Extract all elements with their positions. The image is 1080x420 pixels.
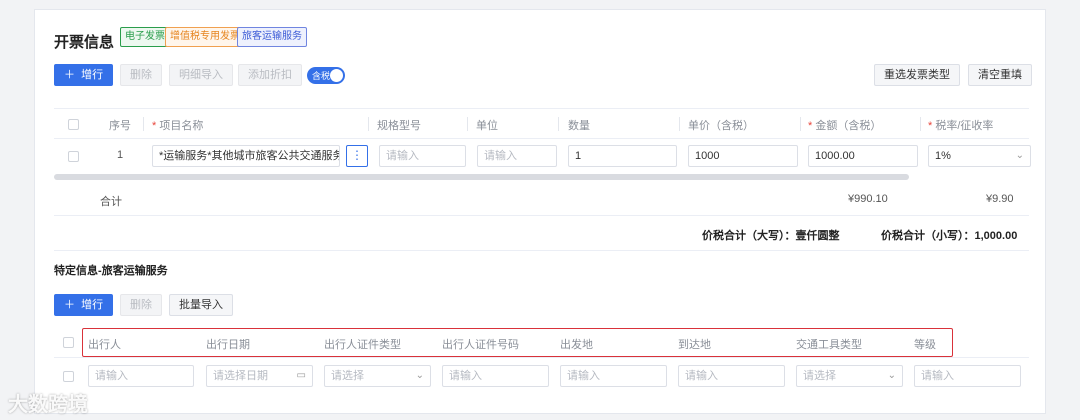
col-amount: * 金额（含税） — [808, 120, 882, 132]
col-vehicle-type: 交通工具类型 — [796, 339, 862, 351]
col-price: 单价（含税） — [688, 120, 754, 132]
delete-button[interactable]: 删除 — [120, 64, 162, 86]
plus-icon: ＋ — [64, 69, 75, 81]
column-separator — [920, 117, 921, 131]
col-id-type: 出行人证件类型 — [324, 339, 401, 351]
quantity-input[interactable]: 1 — [568, 145, 677, 167]
col-arrival: 到达地 — [678, 339, 711, 351]
column-separator — [558, 117, 559, 131]
tax-included-toggle[interactable]: 含税 — [307, 67, 345, 84]
plus-icon: ＋ — [64, 299, 75, 311]
more-options-icon[interactable]: ⋮ — [346, 145, 368, 167]
invoice-section-title: 开票信息 — [54, 34, 115, 51]
toggle-knob — [330, 69, 343, 82]
row-index: 1 — [117, 149, 124, 161]
special-select-all-checkbox[interactable] — [63, 337, 74, 348]
traveler-input[interactable]: 请输入 — [88, 365, 194, 387]
select-all-checkbox[interactable] — [68, 119, 79, 130]
unit-price-input[interactable]: 1000 — [688, 145, 798, 167]
col-index: 序号 — [109, 120, 131, 132]
column-separator — [467, 117, 468, 131]
item-name-input[interactable]: *运输服务*其他城市旅客公共交通服务 — [152, 145, 340, 167]
departure-input[interactable]: 请输入 — [560, 365, 667, 387]
column-separator — [679, 117, 680, 131]
col-spec: 规格型号 — [377, 120, 421, 132]
add-row-button[interactable]: ＋ 增行 — [54, 64, 114, 86]
batch-import-button[interactable]: 批量导入 — [169, 294, 233, 316]
total-label: 合计 — [100, 196, 122, 208]
col-travel-date: 出行日期 — [206, 339, 250, 351]
divider — [54, 250, 1029, 251]
special-delete-button[interactable]: 删除 — [120, 294, 162, 316]
col-tax-rate: * 税率/征收率 — [928, 120, 994, 132]
spec-input[interactable]: 请输入 — [379, 145, 466, 167]
invoice-card: 开票信息 电子发票 增值税专用发票 旅客运输服务 ＋ 增行 删除 明细导入 添加… — [34, 9, 1046, 414]
clear-refill-button[interactable]: 清空重填 — [968, 64, 1032, 86]
column-separator — [143, 117, 144, 131]
arrival-input[interactable]: 请输入 — [678, 365, 785, 387]
vehicle-type-select[interactable]: 请选择 ⌄ — [796, 365, 903, 387]
id-type-select[interactable]: 请选择 ⌄ — [324, 365, 431, 387]
horizontal-scrollbar[interactable] — [54, 174, 909, 180]
column-separator — [368, 117, 369, 131]
column-separator — [800, 117, 801, 131]
calendar-icon: ▭ — [296, 370, 306, 381]
special-row-checkbox[interactable] — [63, 371, 74, 382]
chevron-down-icon: ⌄ — [415, 370, 424, 381]
special-add-row-button[interactable]: ＋ 增行 — [54, 294, 114, 316]
tag-electronic-invoice: 电子发票 — [120, 27, 170, 47]
add-discount-button[interactable]: 添加折扣 — [238, 64, 302, 86]
special-info-title: 特定信息-旅客运输服务 — [54, 265, 168, 277]
col-unit: 单位 — [476, 120, 498, 132]
watermark-logo: 大数跨境 — [8, 394, 88, 416]
amount-input[interactable]: 1000.00 — [808, 145, 918, 167]
divider — [54, 215, 1029, 216]
col-departure: 出发地 — [560, 339, 593, 351]
col-traveler: 出行人 — [88, 339, 121, 351]
tag-passenger-transport: 旅客运输服务 — [237, 27, 307, 47]
col-id-number: 出行人证件号码 — [442, 339, 519, 351]
id-number-input[interactable]: 请输入 — [442, 365, 549, 387]
grade-input[interactable]: 请输入 — [914, 365, 1021, 387]
divider — [54, 108, 1029, 109]
import-detail-button[interactable]: 明细导入 — [169, 64, 233, 86]
row-checkbox[interactable] — [68, 151, 79, 162]
chevron-down-icon: ⌄ — [887, 370, 896, 381]
tag-vat-special-invoice: 增值税专用发票 — [165, 27, 245, 47]
chevron-down-icon: ⌄ — [1015, 150, 1024, 161]
col-item-name: * 项目名称 — [152, 120, 204, 132]
total-tax: ¥9.90 — [986, 193, 1014, 205]
divider — [54, 138, 1029, 139]
tax-rate-select[interactable]: 1% ⌄ — [928, 145, 1031, 167]
total-amount: ¥990.10 — [848, 193, 888, 205]
reselect-invoice-type-button[interactable]: 重选发票类型 — [874, 64, 960, 86]
price-tax-total-upper: 价税合计（大写）：壹仟圆整 — [702, 230, 840, 242]
tax-toggle-label: 含税 — [312, 71, 331, 81]
divider — [54, 357, 1029, 358]
unit-input[interactable]: 请输入 — [477, 145, 557, 167]
col-qty: 数量 — [568, 120, 590, 132]
price-tax-total-lower: 价税合计（小写）：1,000.00 — [881, 230, 1018, 242]
travel-date-picker[interactable]: 请选择日期 ▭ — [206, 365, 313, 387]
col-grade: 等级 — [914, 339, 936, 351]
